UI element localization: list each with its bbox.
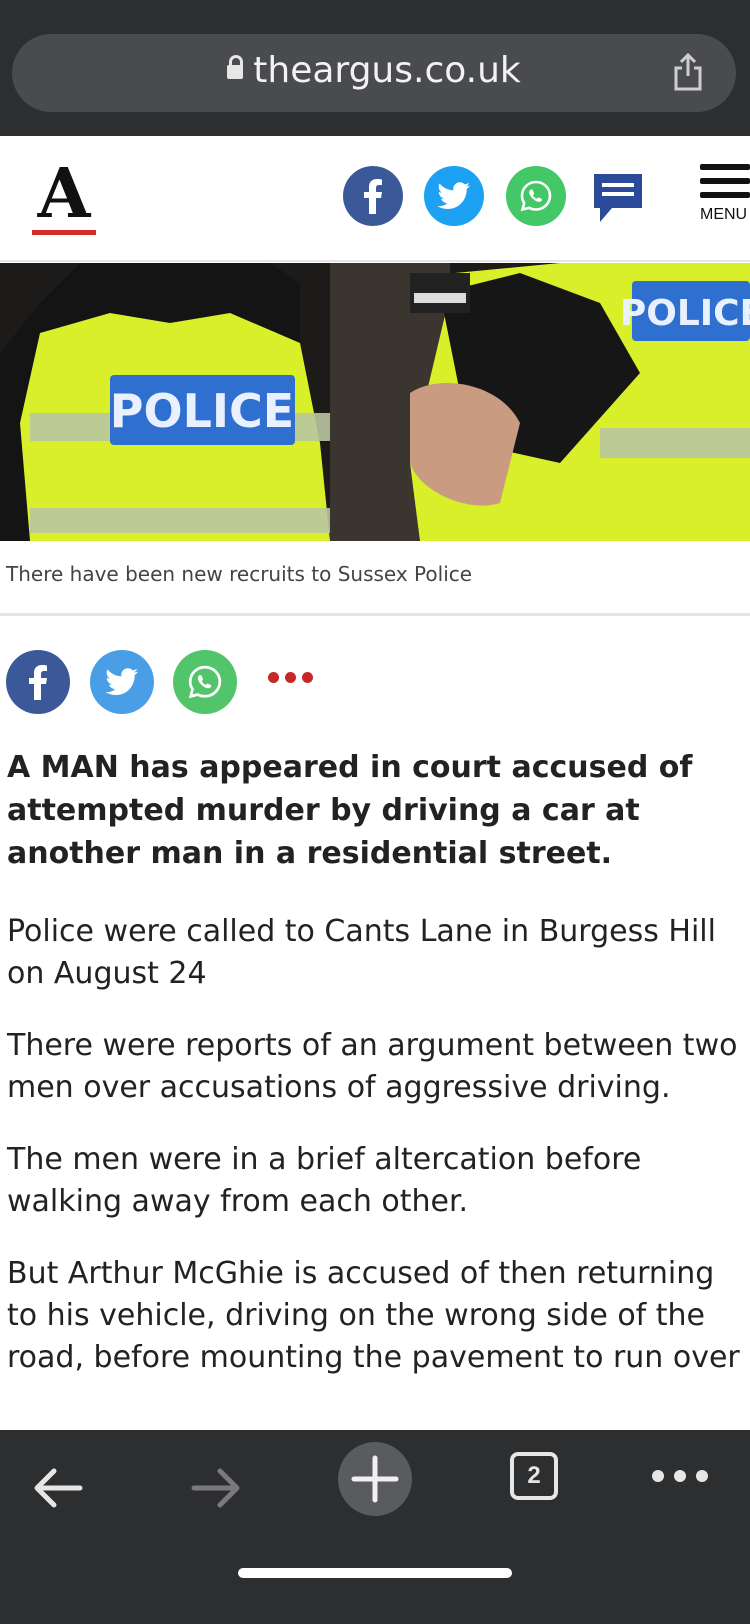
image-caption: There have been new recruits to Sussex P… (6, 562, 473, 586)
overflow-icon (652, 1470, 664, 1482)
browser-top-bar: theargus.co.uk (0, 0, 750, 136)
new-tab-icon (351, 1455, 399, 1503)
twitter-share-button[interactable] (424, 166, 484, 226)
overflow-menu-button[interactable] (652, 1470, 708, 1482)
caption-divider (0, 613, 750, 616)
article-facebook-button[interactable] (6, 650, 70, 714)
home-indicator[interactable] (238, 1568, 512, 1578)
whatsapp-share-button[interactable] (506, 166, 566, 226)
facebook-share-button[interactable] (343, 166, 403, 226)
police-officers-photo: POLICE POLICE (0, 263, 750, 541)
menu-icon (700, 164, 750, 198)
content-fade-overlay (0, 1390, 750, 1430)
more-share-button[interactable] (268, 672, 313, 683)
whatsapp-icon (188, 665, 222, 699)
logo-letter: A (37, 154, 91, 234)
hero-image: POLICE POLICE (0, 263, 750, 541)
site-logo[interactable]: A (32, 154, 96, 238)
article-paragraph: There were reports of an argument betwee… (7, 1028, 738, 1105)
url-display[interactable]: theargus.co.uk (12, 50, 736, 91)
article-whatsapp-button[interactable] (173, 650, 237, 714)
forward-icon[interactable] (190, 1466, 242, 1510)
new-tab-button[interactable] (338, 1442, 412, 1516)
url-text: theargus.co.uk (253, 50, 521, 91)
vest-text-left: POLICE (110, 384, 294, 438)
whatsapp-icon (520, 180, 552, 212)
menu-button[interactable]: MENU (700, 164, 750, 244)
address-bar[interactable]: theargus.co.uk (12, 34, 736, 112)
facebook-icon (29, 665, 47, 700)
browser-bottom-toolbar: 2 (0, 1430, 750, 1624)
menu-label: MENU (700, 206, 748, 223)
article-twitter-button[interactable] (90, 650, 154, 714)
article-paragraph: The men were in a brief altercation befo… (7, 1142, 642, 1219)
vest-text-right: POLICE (620, 293, 750, 334)
back-icon[interactable] (32, 1466, 84, 1510)
twitter-icon (437, 182, 470, 209)
article-body: A MAN has appeared in court accused of a… (7, 746, 750, 1379)
comment-icon[interactable] (590, 170, 646, 226)
twitter-icon (105, 668, 138, 695)
more-icon (268, 672, 279, 683)
facebook-icon (364, 179, 382, 214)
site-header: A MENU (0, 136, 750, 262)
share-icon[interactable] (672, 52, 704, 92)
article-lead: A MAN has appeared in court accused of a… (7, 750, 693, 871)
lock-icon (227, 55, 244, 79)
article-paragraph: Police were called to Cants Lane in Burg… (7, 914, 716, 991)
tabs-button[interactable]: 2 (510, 1452, 558, 1500)
article-paragraph: But Arthur McGhie is accused of then ret… (7, 1256, 740, 1375)
